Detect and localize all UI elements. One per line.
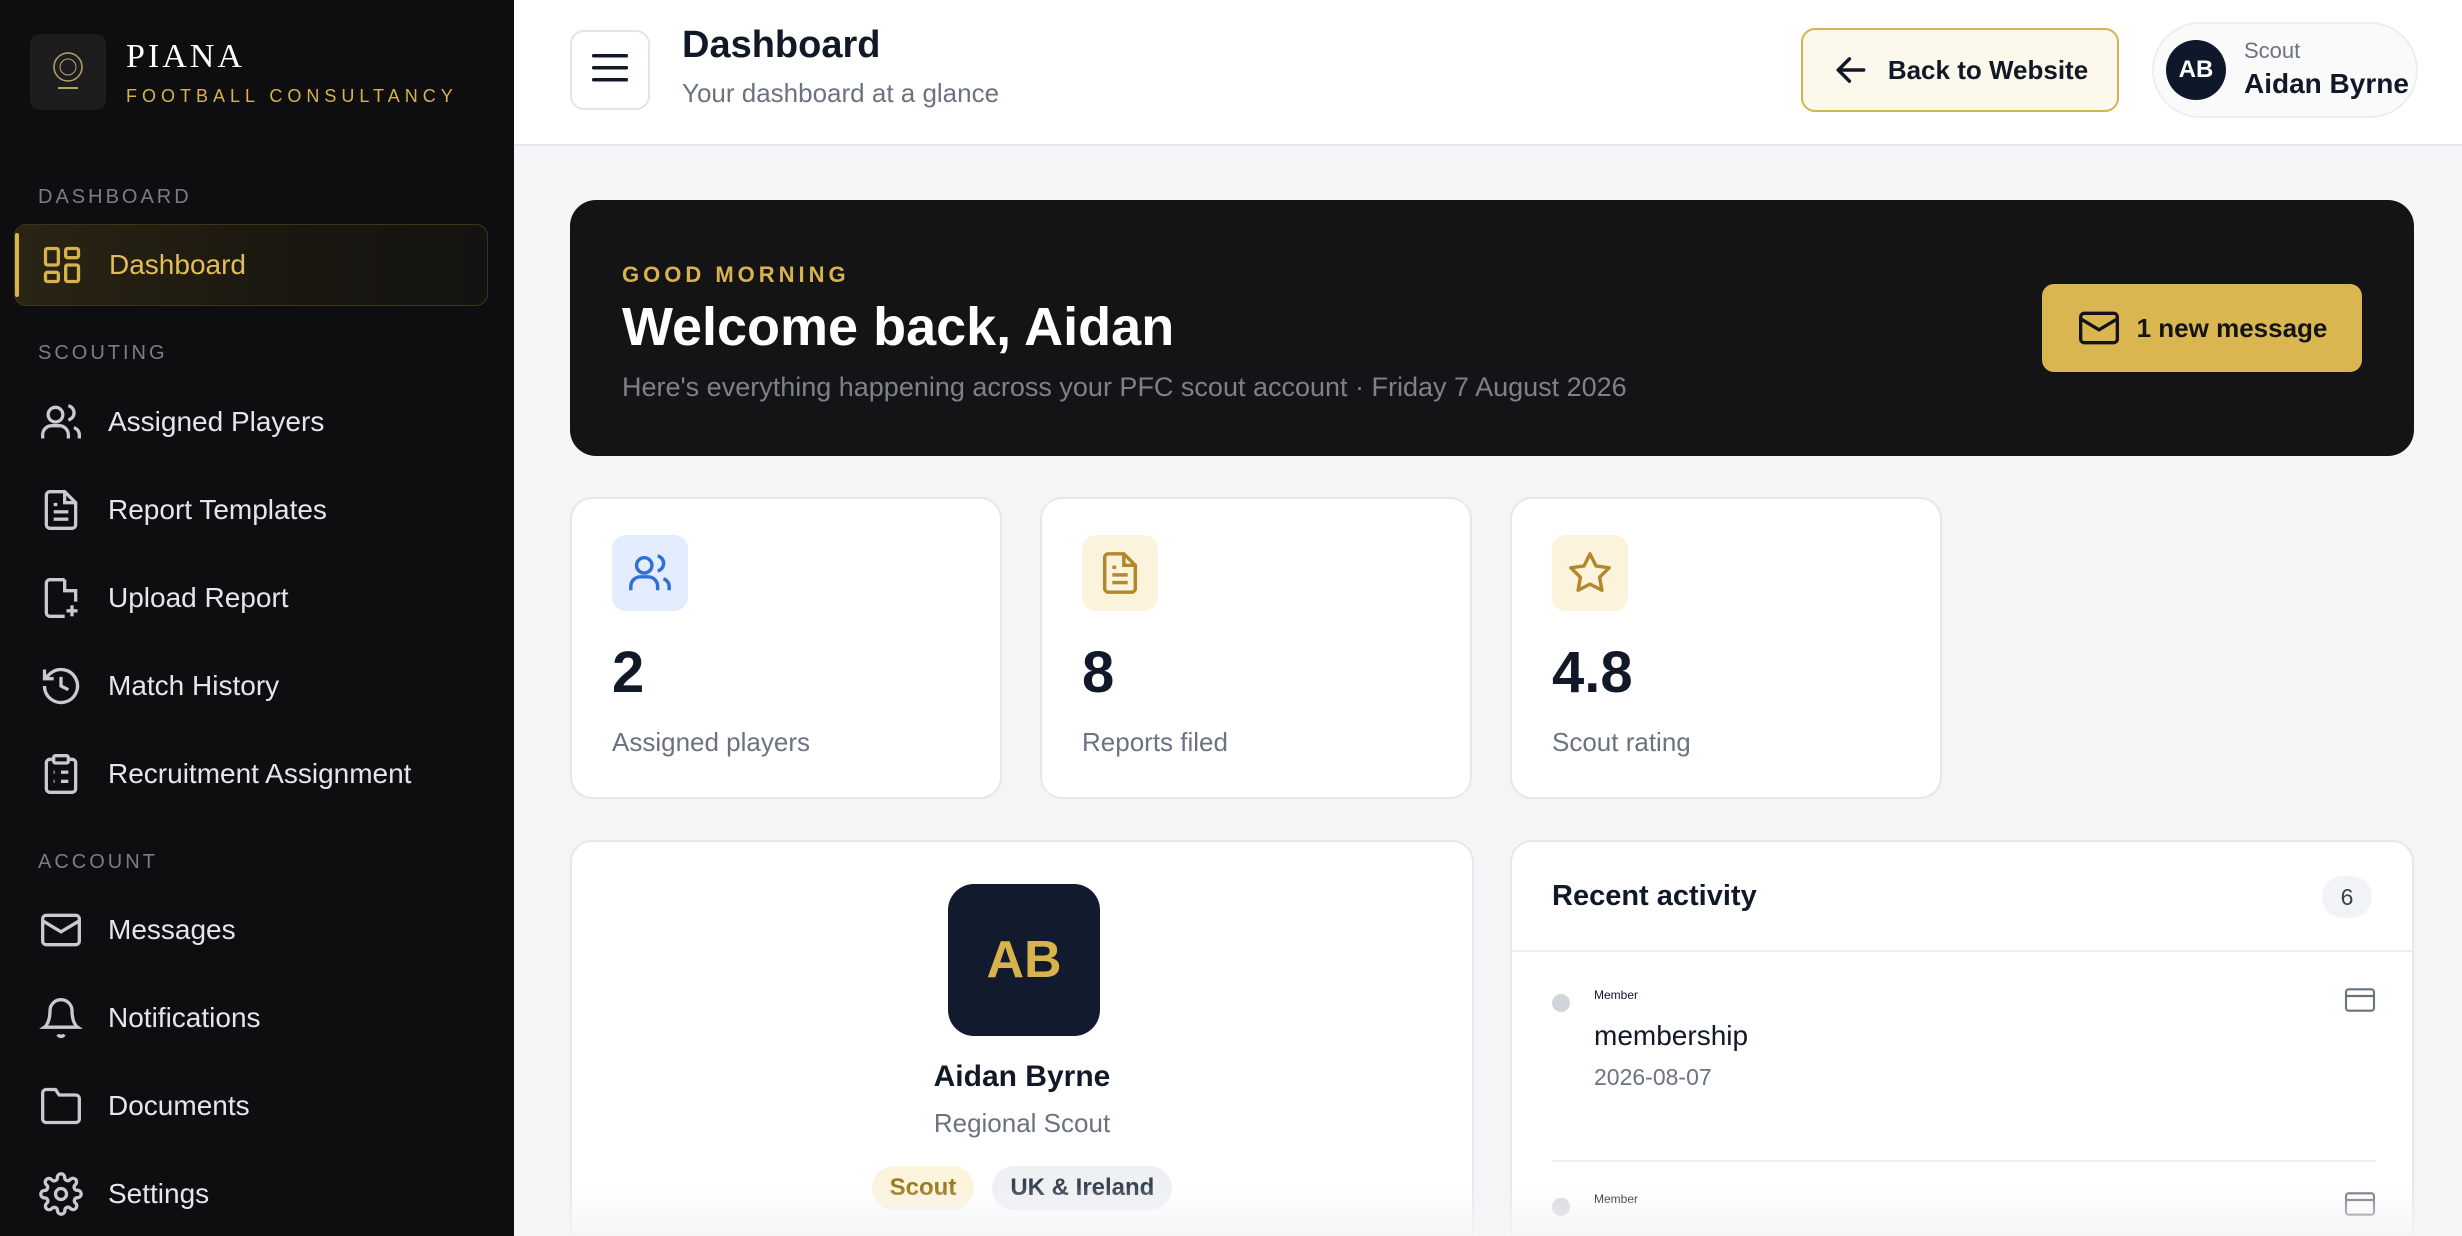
sidebar-item-label: Settings xyxy=(108,1178,210,1209)
sidebar-item-label: Recruitment Assignment xyxy=(108,758,412,789)
sidebar-item-label: Notifications xyxy=(108,1002,261,1033)
stat-card-scout-rating[interactable]: 4.8 Scout rating xyxy=(1510,497,1942,799)
sidebar-item-label: Report Templates xyxy=(108,494,327,525)
nav-section-account: ACCOUNT xyxy=(38,851,158,873)
nav-section-dashboard: DASHBOARD xyxy=(38,186,192,208)
credit-card-icon xyxy=(2344,986,2376,1014)
brand-logo xyxy=(30,34,106,110)
arrow-left-icon xyxy=(1832,51,1870,89)
stat-card-assigned-players[interactable]: 2 Assigned players xyxy=(570,497,1002,799)
history-icon xyxy=(38,663,84,709)
sidebar-item-messages[interactable]: Messages xyxy=(14,889,488,971)
stat-value: 2 xyxy=(612,640,645,705)
sidebar-item-settings[interactable]: Settings xyxy=(14,1153,488,1235)
list-item[interactable]: Member membership 2026-08-07 xyxy=(1552,988,2376,1134)
page-subtitle: Your dashboard at a glance xyxy=(682,78,1000,108)
folder-icon xyxy=(38,1083,84,1129)
list-item[interactable]: Member xyxy=(1552,1192,2376,1236)
welcome-banner: GOOD MORNING Welcome back, Aidan Here's … xyxy=(570,200,2414,456)
mail-icon xyxy=(2077,306,2121,350)
brand-subtitle: FOOTBALL CONSULTANCY xyxy=(126,85,458,106)
sidebar-item-notifications[interactable]: Notifications xyxy=(14,977,488,1059)
users-icon xyxy=(38,399,84,445)
welcome-subtitle: Here's everything happening across your … xyxy=(622,372,1627,402)
stat-label: Scout rating xyxy=(1552,727,1691,757)
mail-icon xyxy=(38,907,84,953)
grid-icon xyxy=(39,242,85,288)
sidebar-item-label: Dashboard xyxy=(109,249,246,280)
activity-type: Member xyxy=(1594,988,1639,1002)
sidebar-item-report-templates[interactable]: Report Templates xyxy=(14,469,488,551)
users-icon xyxy=(612,535,688,611)
hamburger-icon xyxy=(590,51,630,90)
sidebar: PIANA FOOTBALL CONSULTANCY DASHBOARD Das… xyxy=(0,0,514,1236)
user-role: Scout xyxy=(2244,38,2301,63)
sidebar-item-documents[interactable]: Documents xyxy=(14,1065,488,1147)
clipboard-icon xyxy=(38,751,84,797)
star-icon xyxy=(1552,535,1628,611)
activity-type: Member xyxy=(1594,1192,1639,1206)
avatar: AB xyxy=(948,884,1100,1036)
credit-card-icon xyxy=(2344,1190,2376,1218)
bell-icon xyxy=(38,995,84,1041)
file-plus-icon xyxy=(38,575,84,621)
new-message-label: 1 new message xyxy=(2136,312,2328,343)
status-dot xyxy=(1552,1198,1570,1216)
activity-name: membership xyxy=(1594,1020,1749,1051)
recent-activity-panel: Recent activity 6 Member membership 2026… xyxy=(1510,840,2414,1236)
nav-section-scouting: SCOUTING xyxy=(38,342,168,364)
top-header: Dashboard Your dashboard at a glance Bac… xyxy=(514,0,2462,146)
back-to-website-label: Back to Website xyxy=(1887,54,2089,85)
stat-label: Reports filed xyxy=(1082,727,1228,757)
user-menu[interactable]: AB Scout Aidan Byrne xyxy=(2152,22,2418,118)
brand[interactable]: PIANA FOOTBALL CONSULTANCY xyxy=(30,34,458,110)
sidebar-item-match-history[interactable]: Match History xyxy=(14,645,488,727)
brand-name: PIANA xyxy=(126,37,245,75)
sidebar-item-label: Messages xyxy=(108,914,236,945)
welcome-title: Welcome back, Aidan xyxy=(622,297,1175,357)
sidebar-item-label: Documents xyxy=(108,1090,250,1121)
stat-card-reports-filed[interactable]: 8 Reports filed xyxy=(1040,497,1472,799)
sidebar-item-upload-report[interactable]: Upload Report xyxy=(14,557,488,639)
activity-date: 2026-08-07 xyxy=(1594,1064,1712,1090)
stat-value: 8 xyxy=(1082,640,1115,705)
activity-divider xyxy=(1552,1160,2376,1162)
stat-label: Assigned players xyxy=(612,727,810,757)
file-text-icon xyxy=(38,487,84,533)
brand-text: PIANA FOOTBALL CONSULTANCY xyxy=(126,38,458,107)
profile-card: AB Aidan Byrne Regional Scout Scout UK &… xyxy=(570,840,1474,1236)
back-to-website-button[interactable]: Back to Website xyxy=(1801,28,2119,112)
sidebar-item-label: Match History xyxy=(108,670,280,701)
recent-activity-title: Recent activity xyxy=(1552,880,1757,912)
activity-count-badge: 6 xyxy=(2322,876,2372,918)
stat-value: 4.8 xyxy=(1552,640,1633,705)
profile-name: Aidan Byrne xyxy=(933,1060,1111,1093)
gear-icon xyxy=(38,1171,84,1217)
sidebar-item-label: Upload Report xyxy=(108,582,289,613)
tag-region: UK & Ireland xyxy=(992,1166,1173,1210)
sidebar-item-assigned-players[interactable]: Assigned Players xyxy=(14,381,488,463)
new-message-button[interactable]: 1 new message xyxy=(2042,284,2362,372)
file-text-icon xyxy=(1082,535,1158,611)
profile-tags: Scout UK & Ireland xyxy=(572,1166,1472,1210)
status-dot xyxy=(1552,994,1570,1012)
menu-button[interactable] xyxy=(570,30,650,110)
tag-role: Scout xyxy=(871,1166,975,1210)
recent-activity-header: Recent activity 6 xyxy=(1512,842,2412,952)
avatar: AB xyxy=(2166,40,2226,100)
sidebar-item-label: Assigned Players xyxy=(108,406,325,437)
page-title: Dashboard xyxy=(682,24,881,66)
greeting-eyebrow: GOOD MORNING xyxy=(622,262,850,287)
user-name: Aidan Byrne xyxy=(2244,68,2409,99)
sidebar-item-recruitment-assignment[interactable]: Recruitment Assignment xyxy=(14,733,488,815)
app-root: PIANA FOOTBALL CONSULTANCY DASHBOARD Das… xyxy=(0,0,2462,1236)
profile-role: Regional Scout xyxy=(933,1108,1111,1138)
sidebar-item-dashboard[interactable]: Dashboard xyxy=(14,224,488,306)
